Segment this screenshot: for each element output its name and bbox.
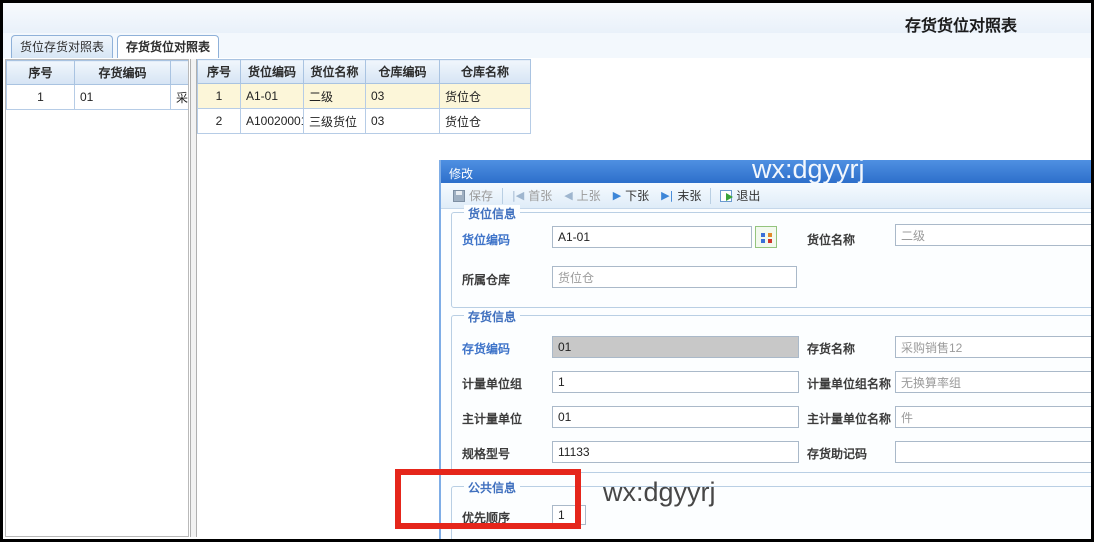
main-unit-input[interactable] xyxy=(552,406,799,428)
cell-no[interactable]: 1 xyxy=(197,83,241,109)
col-wh-code: 仓库编码 xyxy=(365,59,440,84)
prev-label: 上张 xyxy=(576,189,601,203)
warehouse-input xyxy=(552,266,797,288)
save-label: 保存 xyxy=(469,189,494,203)
inv-code-label: 存货编码 xyxy=(462,342,511,356)
table-row-selected[interactable]: 1 A1-01 二级 03 货位仓 xyxy=(197,83,531,109)
unit-group-name-input xyxy=(895,371,1091,393)
inventory-table: 序号 存货编码 1 01 采 xyxy=(6,60,188,110)
left-grid-panel: 序号 存货编码 1 01 采 xyxy=(5,59,189,537)
cell-wh-code[interactable]: 03 xyxy=(365,83,440,109)
exit-label: 退出 xyxy=(736,189,761,203)
annotation-red-box xyxy=(395,469,581,529)
inv-name-label: 存货名称 xyxy=(807,342,856,356)
last-label: 末张 xyxy=(677,189,702,203)
next-label: 下张 xyxy=(625,189,650,203)
loc-code-input[interactable] xyxy=(552,226,752,248)
col-cut xyxy=(170,60,188,85)
col-wh-name: 仓库名称 xyxy=(439,59,531,84)
unit-group-name-label: 计量单位组名称 xyxy=(807,377,892,391)
dialog-toolbar: 保存 |◀ 首张 ◀ 上张 ▶ 下张 ▶| 末张 退出 xyxy=(441,183,1091,209)
tab-inventory-loc[interactable]: 存货货位对照表 xyxy=(117,35,219,58)
main-unit-name-label: 主计量单位名称 xyxy=(807,412,892,426)
main-unit-label: 主计量单位 xyxy=(462,412,523,426)
save-icon xyxy=(453,189,465,202)
cell-no[interactable]: 2 xyxy=(197,108,241,134)
lookup-button[interactable] xyxy=(755,226,777,248)
unit-group-input[interactable] xyxy=(552,371,799,393)
toolbar-separator xyxy=(502,187,504,204)
cell-inv-code[interactable]: 01 xyxy=(74,84,171,110)
spec-label: 规格型号 xyxy=(462,447,511,461)
table-header-row: 序号 存货编码 xyxy=(6,60,188,85)
next-record-button[interactable]: ▶ 下张 xyxy=(607,185,655,206)
inv-code-input xyxy=(552,336,799,358)
mnemonic-label: 存货助记码 xyxy=(807,447,868,461)
location-table: 序号 货位编码 货位名称 仓库编码 仓库名称 1 A1-01 二级 03 货位仓… xyxy=(197,59,531,134)
watermark-titlebar: wx:dgyyrj xyxy=(752,160,865,184)
panel-splitter[interactable] xyxy=(190,59,197,537)
table-header-row: 序号 货位编码 货位名称 仓库编码 仓库名称 xyxy=(197,59,531,84)
col-loc-name: 货位名称 xyxy=(303,59,366,84)
prev-record-button: ◀ 上张 xyxy=(558,185,606,206)
toolbar-separator xyxy=(710,187,712,204)
exit-button[interactable]: 退出 xyxy=(714,185,766,206)
exit-icon xyxy=(720,189,734,202)
last-icon: ▶| xyxy=(661,189,674,202)
cell-wh-code[interactable]: 03 xyxy=(365,108,440,134)
mnemonic-input[interactable] xyxy=(895,441,1091,463)
col-inv-code: 存货编码 xyxy=(74,60,171,85)
section-inventory-title: 存货信息 xyxy=(464,308,521,325)
table-row[interactable]: 1 01 采 xyxy=(6,84,188,110)
cell-loc-name[interactable]: 三级货位 xyxy=(303,108,366,134)
dialog-titlebar: 修改 wx:dgyyrj xyxy=(441,160,1091,184)
top-header: 存货货位对照表 xyxy=(3,3,1091,35)
unit-group-label: 计量单位组 xyxy=(462,377,523,391)
cell-no[interactable]: 1 xyxy=(6,84,75,110)
watermark-overlay: wx:dgyyrj xyxy=(603,477,716,507)
prev-icon: ◀ xyxy=(564,189,573,202)
cell-wh-name[interactable]: 货位仓 xyxy=(439,83,531,109)
col-loc-code: 货位编码 xyxy=(240,59,304,84)
screen: 存货货位对照表 货位存货对照表 存货货位对照表 序号 存货编码 1 01 采 序 xyxy=(0,0,1094,542)
loc-name-input xyxy=(895,224,1091,246)
inv-name-input xyxy=(895,336,1091,358)
first-icon: |◀ xyxy=(512,189,525,202)
first-label: 首张 xyxy=(528,189,553,203)
tab-loc-inventory[interactable]: 货位存货对照表 xyxy=(11,35,113,58)
loc-name-label: 货位名称 xyxy=(807,233,856,247)
col-no: 序号 xyxy=(6,60,75,85)
save-button: 保存 xyxy=(447,185,499,206)
section-location-title: 货位信息 xyxy=(464,205,521,222)
last-record-button[interactable]: ▶| 末张 xyxy=(655,185,707,206)
dialog-title: 修改 xyxy=(449,167,474,181)
cell-loc-name[interactable]: 二级 xyxy=(303,83,366,109)
spec-input[interactable] xyxy=(552,441,799,463)
cell-loc-code[interactable]: A1-01 xyxy=(240,83,304,109)
table-row[interactable]: 2 A10020001 三级货位 03 货位仓 xyxy=(197,108,531,134)
next-icon: ▶ xyxy=(612,189,622,202)
tab-strip: 货位存货对照表 存货货位对照表 xyxy=(3,33,1091,58)
warehouse-label: 所属仓库 xyxy=(462,273,511,287)
col-no: 序号 xyxy=(197,59,241,84)
cell-wh-name[interactable]: 货位仓 xyxy=(439,108,531,134)
cell-inv-name[interactable]: 采 xyxy=(170,84,188,110)
cell-loc-code[interactable]: A10020001 xyxy=(240,108,304,134)
first-record-button: |◀ 首张 xyxy=(506,185,558,206)
main-unit-name-input xyxy=(895,406,1091,428)
loc-code-label: 货位编码 xyxy=(462,233,511,247)
